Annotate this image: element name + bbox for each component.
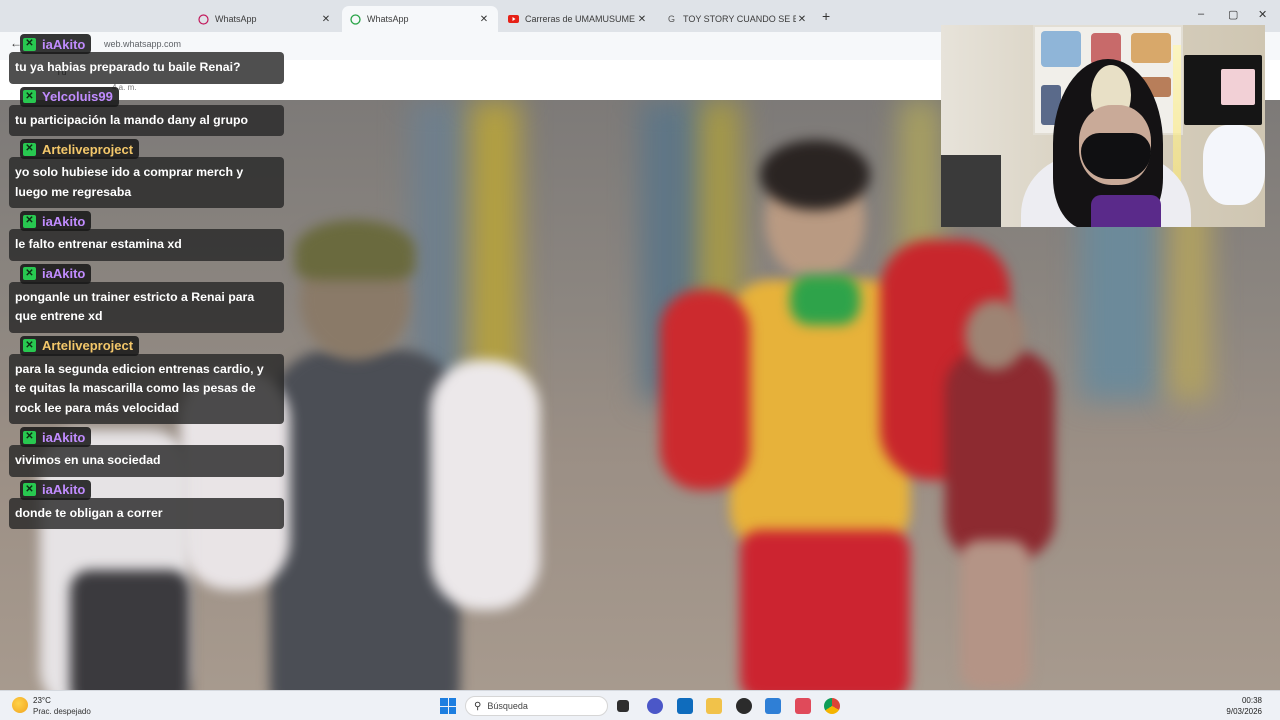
search-icon: ⚲ — [474, 700, 482, 712]
close-icon[interactable]: ✕ — [478, 14, 490, 25]
chat-message: ✕ iaAkito donde te obligan a correr — [9, 479, 285, 529]
chat-username-pill: ✕ iaAkito — [20, 479, 92, 500]
windows-logo-tile — [448, 706, 456, 714]
subscriber-badge-icon: ✕ — [23, 90, 36, 103]
media-app-icon[interactable] — [736, 698, 752, 714]
subscriber-badge-icon: ✕ — [23, 214, 36, 228]
outlook-icon[interactable] — [677, 698, 693, 714]
runner-left-arm — [430, 360, 540, 610]
chat-username[interactable]: Arteliveproject — [42, 338, 133, 353]
youtube-icon — [508, 14, 519, 25]
new-tab-button[interactable]: + — [822, 8, 830, 24]
live-chat-overlay: ✕ iaAkito tu ya habias preparado tu bail… — [9, 13, 285, 531]
runner-left-hair — [295, 220, 415, 280]
folder-icon[interactable] — [706, 698, 722, 714]
chat-username-pill: ✕ iaAkito — [20, 34, 92, 54]
runner-center-pants — [740, 530, 910, 690]
chat-username[interactable]: iaAkito — [42, 214, 85, 229]
whatsapp-icon — [350, 13, 361, 25]
chat-message: ✕ iaAkito le falto entrenar estamina xd — [9, 210, 285, 261]
chat-message-text: tu participación la mando dany al grupo — [9, 104, 284, 136]
tab-umamusume[interactable]: Carreras de UMAMUSUME en P ✕ — [500, 6, 656, 32]
tab-title: TOY STORY CUANDO SE ESTREN — [683, 14, 796, 24]
runner-center-collar — [790, 275, 860, 325]
chat-username[interactable]: Arteliveproject — [42, 142, 133, 157]
weather-temperature[interactable]: 23°C — [33, 696, 51, 705]
subscriber-badge-icon: ✕ — [23, 483, 36, 496]
weather-sun-icon[interactable] — [12, 697, 28, 713]
close-icon[interactable]: ✕ — [796, 14, 808, 25]
search-placeholder: Búsqueda — [487, 701, 528, 711]
maximize-button[interactable]: ▢ — [1228, 8, 1238, 21]
webcam-streamer-shirt — [1091, 195, 1161, 227]
webcam-shelf-item — [1041, 31, 1081, 67]
chat-username[interactable]: iaAkito — [42, 37, 85, 52]
webcam-chair — [941, 155, 1001, 227]
chat-username-pill: ✕ iaAkito — [20, 263, 92, 284]
chat-username-pill: ✕ Arteliveproject — [20, 139, 140, 159]
runner-right-legs — [960, 540, 1030, 690]
runner-right-head — [965, 300, 1025, 370]
chat-message: ✕ iaAkito ponganle un trainer estricto a… — [9, 263, 285, 333]
chat-message: ✕ iaAkito vivimos en una sociedad — [9, 426, 285, 477]
tab-title: WhatsApp — [367, 14, 409, 24]
webcam-monitor-image — [1221, 69, 1255, 105]
close-icon[interactable]: ✕ — [320, 14, 332, 25]
weather-description[interactable]: Prac. despejado — [33, 707, 91, 716]
subscriber-badge-icon: ✕ — [23, 430, 36, 444]
chrome-icon[interactable] — [824, 698, 840, 714]
snipping-tool-icon[interactable] — [795, 698, 811, 714]
globe-icon: G — [667, 14, 675, 24]
chat-message-text: donde te obligan a correr — [9, 497, 284, 529]
subscriber-badge-icon: ✕ — [23, 339, 36, 352]
chat-message-text: le falto entrenar estamina xd — [9, 229, 284, 261]
chat-username[interactable]: iaAkito — [42, 482, 85, 497]
runner-right-body — [945, 350, 1055, 560]
chat-username-pill: ✕ Arteliveproject — [20, 335, 140, 356]
chat-username-pill: ✕ iaAkito — [20, 427, 92, 447]
tab-whatsapp-active[interactable]: WhatsApp ✕ — [342, 6, 498, 32]
chat-username[interactable]: iaAkito — [42, 430, 85, 445]
runner-center-jacket — [660, 290, 750, 490]
tab-toy-story[interactable]: G TOY STORY CUANDO SE ESTREN ✕ — [658, 6, 816, 32]
webcam-overlay — [941, 25, 1265, 227]
close-icon[interactable]: ✕ — [636, 14, 648, 25]
chat-message-text: yo solo hubiese ido a comprar merch y lu… — [9, 157, 284, 208]
file-explorer-icon[interactable] — [617, 700, 629, 712]
windows-logo-tile — [448, 698, 456, 706]
webcam-plush — [1203, 125, 1265, 205]
taskbar: 23°C Prac. despejado ⚲ Búsqueda 00:38 9/… — [0, 690, 1280, 720]
chat-app-icon[interactable] — [647, 698, 663, 714]
screen: WhatsApp ✕ WhatsApp ✕ Carreras de UMAMUS… — [0, 0, 1280, 720]
windows-logo-tile — [440, 698, 448, 706]
start-button[interactable] — [440, 698, 456, 714]
chat-message-text: ponganle un trainer estricto a Renai par… — [9, 281, 284, 333]
photos-icon[interactable] — [765, 698, 781, 714]
minimize-button[interactable]: – — [1198, 8, 1204, 20]
chat-message-text: tu ya habias preparado tu baile Renai? — [9, 52, 284, 84]
chat-username-pill: ✕ Yelcoluis99 — [20, 86, 119, 107]
chat-message: ✕ Yelcoluis99 tu participación la mando … — [9, 86, 285, 136]
chat-username-pill: ✕ iaAkito — [20, 211, 92, 231]
webcam-shelf-item — [1131, 33, 1171, 63]
subscriber-badge-icon: ✕ — [23, 142, 36, 156]
chat-message: ✕ Arteliveproject para la segunda edicio… — [9, 335, 285, 424]
tab-title: Carreras de UMAMUSUME en P — [525, 14, 636, 24]
chat-username[interactable]: iaAkito — [42, 266, 85, 281]
runner-center-hair — [760, 140, 870, 210]
clock-date[interactable]: 9/03/2026 — [1226, 707, 1262, 716]
subscriber-badge-icon: ✕ — [23, 267, 36, 280]
webcam-streamer-mask — [1081, 133, 1151, 179]
chat-message-text: vivimos en una sociedad — [9, 445, 284, 477]
taskbar-search[interactable]: ⚲ Búsqueda — [465, 696, 608, 716]
chat-message: ✕ iaAkito tu ya habias preparado tu bail… — [9, 33, 285, 84]
chat-message-text: para la segunda edicion entrenas cardio,… — [9, 353, 284, 424]
subscriber-badge-icon: ✕ — [23, 37, 36, 51]
close-window-button[interactable]: ✕ — [1258, 8, 1267, 21]
background-person — [70, 570, 190, 690]
windows-logo-tile — [440, 706, 448, 714]
chat-message: ✕ Arteliveproject yo solo hubiese ido a … — [9, 138, 285, 208]
clock-time[interactable]: 00:38 — [1242, 696, 1262, 705]
chat-username[interactable]: Yelcoluis99 — [42, 89, 113, 104]
